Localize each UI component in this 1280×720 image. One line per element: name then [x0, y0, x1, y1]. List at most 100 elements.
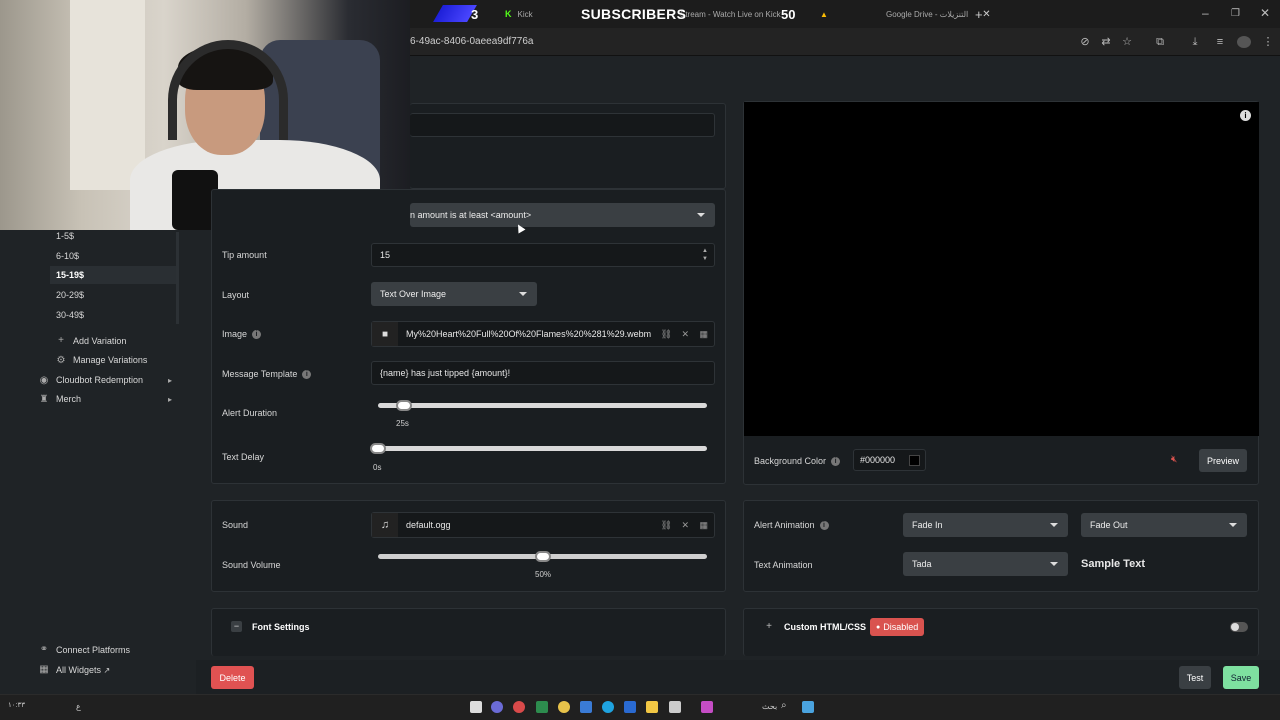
link-icon[interactable]: ⛓	[661, 329, 672, 340]
stepper-icon[interactable]: ▲ ▼	[702, 247, 708, 263]
connect-platforms-link[interactable]: Connect Platforms	[56, 645, 130, 655]
menu-icon[interactable]: ⋮	[1262, 36, 1274, 48]
app-icon[interactable]	[513, 701, 525, 713]
profile-avatar[interactable]	[1237, 36, 1251, 48]
preview-button[interactable]: Preview	[1199, 449, 1247, 472]
chrome-icon[interactable]	[558, 701, 570, 713]
folder-icon[interactable]	[646, 701, 658, 713]
text-delay-label: Text Delay	[222, 452, 265, 462]
close-icon[interactable]: ✕	[982, 9, 990, 20]
tip-amount-label: Tip amount	[222, 250, 267, 260]
sidebar-scrollbar[interactable]	[176, 232, 179, 324]
custom-html-toggle[interactable]	[1230, 622, 1248, 632]
sidebar-item-cloudbot[interactable]: Cloudbot Redemption	[56, 375, 143, 385]
color-swatch[interactable]	[909, 455, 920, 466]
text-delay-value: 0s	[373, 463, 382, 472]
eye-off-icon[interactable]: ⊘	[1079, 36, 1091, 48]
message-template-input[interactable]: {name} has just tipped {amount}!	[371, 361, 715, 385]
chevron-down-icon	[697, 213, 705, 217]
minimize-icon[interactable]: –	[1202, 6, 1209, 20]
expand-icon[interactable]: +	[764, 622, 774, 632]
url-text[interactable]: 6-49ac-8406-0aeea9df776a	[410, 36, 533, 47]
tip-amount-input[interactable]: 15 ▲ ▼	[371, 243, 715, 267]
app-icon[interactable]	[669, 701, 681, 713]
edge-icon[interactable]	[602, 701, 614, 713]
download-icon[interactable]: ⤓	[1189, 36, 1201, 48]
window-close-icon[interactable]: ✕	[1260, 6, 1270, 20]
sidebar-variation-30-49[interactable]: 30-49$	[56, 310, 84, 320]
test-button[interactable]: Test	[1179, 666, 1211, 689]
info-icon[interactable]: i	[831, 457, 841, 466]
app-icon[interactable]	[536, 701, 548, 713]
alert-duration-handle[interactable]	[396, 400, 413, 411]
layout-select[interactable]: Text Over Image	[371, 282, 537, 306]
app-icon[interactable]	[491, 701, 503, 713]
info-icon[interactable]: i	[1240, 110, 1251, 121]
layout-select-value: Text Over Image	[380, 289, 447, 299]
cloudbot-icon: ◉	[39, 375, 49, 386]
alert-duration-value: 25s	[396, 419, 409, 428]
alert-out-value: Fade Out	[1090, 520, 1128, 530]
sound-volume-handle[interactable]	[534, 551, 551, 562]
translate-icon[interactable]: ⇄	[1100, 36, 1112, 48]
sidebar-variation-6-10[interactable]: 6-10$	[56, 251, 79, 261]
alert-duration-slider[interactable]	[378, 403, 707, 408]
sample-text: Sample Text	[1081, 558, 1145, 570]
windows-start-icon[interactable]	[470, 701, 482, 713]
app-icon[interactable]	[624, 701, 636, 713]
taskbar-search-label[interactable]: بحث	[762, 702, 777, 711]
grid-icon[interactable]: ▦	[699, 329, 708, 340]
new-tab-button[interactable]: +	[975, 4, 983, 24]
text-delay-handle[interactable]	[370, 443, 386, 454]
manage-variations-link[interactable]: Manage Variations	[73, 355, 147, 365]
text-animation-select[interactable]: Tada	[903, 552, 1068, 576]
close-icon[interactable]: ✕	[681, 329, 689, 340]
grid-icon[interactable]: ▦	[699, 520, 708, 531]
image-file-field[interactable]: ■ My%20Heart%20Full%20Of%20Flames%20%281…	[371, 321, 715, 347]
collapse-icon[interactable]: −	[231, 621, 242, 632]
tab-drive[interactable]: ▲	[820, 4, 828, 24]
kick-icon: K	[505, 9, 512, 19]
search-icon[interactable]: ⌕	[781, 700, 787, 711]
tab-stream[interactable]: Stream - Watch Live on Kick	[680, 4, 781, 24]
sidebar-item-merch[interactable]: Merch	[56, 394, 81, 404]
windows-icon[interactable]	[802, 701, 814, 713]
media-icon[interactable]: ≡	[1214, 36, 1226, 48]
info-icon[interactable]: i	[302, 370, 312, 379]
tab-label: Google Drive - التنزيلات	[886, 9, 969, 19]
info-icon[interactable]: i	[819, 521, 829, 530]
close-icon[interactable]: ✕	[681, 520, 689, 531]
sound-file-field[interactable]: ♫ default.ogg ⛓ ✕ ▦	[371, 512, 715, 538]
name-input[interactable]	[410, 113, 715, 137]
sidebar-variation-1-5[interactable]: 1-5$	[56, 231, 74, 241]
text-delay-slider[interactable]	[378, 446, 707, 451]
grid-icon: ▦	[39, 664, 49, 675]
taskbar-language[interactable]: ع	[76, 702, 81, 711]
video-icon: ■	[372, 322, 398, 346]
info-icon[interactable]: i	[252, 330, 262, 339]
sidebar-variation-15-19[interactable]: 15-19$	[56, 270, 84, 280]
delete-button[interactable]: Delete	[211, 666, 254, 689]
maximize-icon[interactable]: ❐	[1231, 8, 1240, 19]
layout-label: Layout	[222, 290, 250, 300]
all-widgets-link[interactable]: All Widgets ↗	[56, 665, 110, 675]
font-settings-panel[interactable]	[211, 608, 726, 656]
custom-html-label: Custom HTML/CSS	[784, 622, 866, 632]
alert-in-select[interactable]: Fade In	[903, 513, 1068, 537]
add-variation-link[interactable]: Add Variation	[73, 336, 126, 346]
star-icon[interactable]: ☆	[1121, 36, 1133, 48]
sidebar-variation-20-29[interactable]: 20-29$	[56, 290, 84, 300]
save-button[interactable]: Save	[1223, 666, 1259, 689]
custom-html-panel[interactable]	[743, 608, 1259, 656]
message-template-label-row: Message Template i	[222, 369, 312, 379]
app-icon[interactable]	[701, 701, 713, 713]
condition-select[interactable]: n amount is at least <amount>	[410, 203, 715, 227]
app-icon[interactable]	[580, 701, 592, 713]
status-badge-label: Disabled	[883, 622, 919, 632]
alert-out-select[interactable]: Fade Out	[1081, 513, 1247, 537]
mute-icon[interactable]: 🔇︎	[1171, 454, 1177, 465]
background-color-input[interactable]: #000000	[853, 449, 926, 471]
extensions-icon[interactable]: ⧉	[1154, 36, 1166, 48]
link-icon[interactable]: ⛓	[661, 520, 672, 531]
tab-kick[interactable]: K Kick	[505, 4, 533, 24]
